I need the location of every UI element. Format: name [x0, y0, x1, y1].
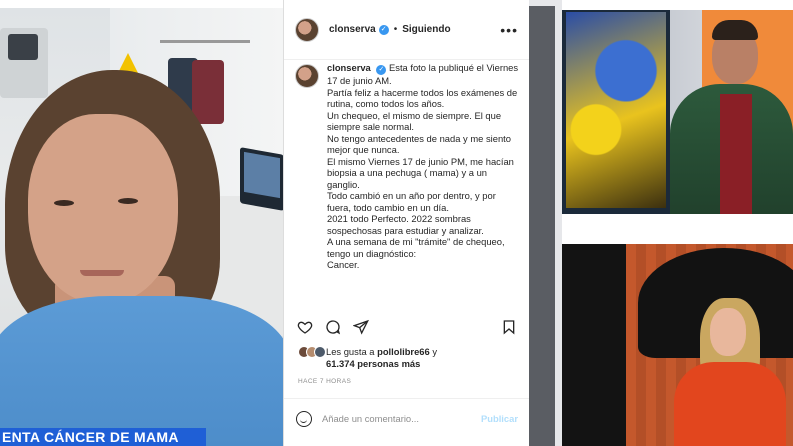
more-options-icon[interactable]: ••• [500, 22, 518, 38]
caption-line: Un chequeo, el mismo de siempre. El que … [327, 109, 502, 133]
caption-line: Cancer. [327, 259, 360, 270]
scrollbar[interactable] [529, 6, 555, 446]
heart-icon[interactable] [296, 318, 314, 336]
post-username[interactable]: clonserva [329, 24, 376, 35]
post-caption: clonserva ✓ Esta foto la publiqué el Vie… [295, 62, 521, 304]
clothes-rail [160, 40, 250, 43]
broadcast-frame: ENTA CÁNCER DE MAMA clonserva ✓ • Siguie… [0, 0, 793, 446]
post-header: clonserva ✓ • Siguiendo ••• [284, 0, 529, 60]
caption-line: Partía feliz a hacerme todos los exámene… [327, 86, 518, 110]
likes-prefix: Les gusta a [326, 346, 375, 357]
monitor-screen [244, 151, 280, 199]
dark-background [562, 244, 626, 446]
eye [118, 198, 138, 204]
caption-text: clonserva ✓ Esta foto la publiqué el Vie… [327, 62, 519, 304]
emoji-icon[interactable] [296, 410, 312, 427]
caption-line: No tengo antecedentes de nada y me sient… [327, 132, 511, 156]
monitor [240, 147, 283, 211]
avatar[interactable] [295, 64, 319, 88]
bookmark-icon[interactable] [500, 318, 518, 336]
caption-line: 2021 todo Perfecto. 2022 sombras sospech… [327, 213, 484, 236]
caption-line: clonserva ✓ Esta foto la publiqué el Vie… [327, 62, 519, 87]
presenter-sweater [674, 362, 786, 446]
verified-badge-icon: ✓ [378, 24, 389, 35]
likes-text: Les gusta a pollolibre66 y 61.374 person… [326, 346, 437, 370]
liker-username[interactable]: pollolibre66 [377, 346, 430, 357]
caption-line: Todo cambió en un año por dentro, y por … [327, 190, 496, 213]
selfie-photo [0, 8, 283, 446]
likes-count[interactable]: 61.374 personas más [326, 358, 420, 369]
instagram-post-panel: clonserva ✓ • Siguiendo ••• clonserva ✓ … [283, 0, 530, 446]
likes-and: y [432, 346, 438, 357]
comment-input[interactable]: Añade un comentario... [322, 413, 419, 424]
post-timestamp: HACE 7 HORAS [298, 378, 352, 385]
comment-bar: Añade un comentario... Publicar [284, 398, 530, 438]
hospital-gown [0, 296, 283, 446]
hanging-cloth [192, 60, 224, 124]
caption-line: A una semana de mi "trámite" de chequeo,… [327, 236, 505, 259]
lower-third-text: ENTA CÁNCER DE MAMA [2, 429, 179, 445]
presenter-face [710, 308, 746, 356]
comment-icon[interactable] [324, 318, 342, 336]
verified-badge-icon: ✓ [376, 65, 387, 75]
presenter-sweater [720, 94, 752, 214]
mouth [80, 270, 124, 276]
studio-presenter-shot [562, 10, 793, 214]
avatar[interactable] [295, 17, 319, 42]
following-button[interactable]: Siguiendo [402, 24, 450, 35]
likes-row: Les gusta a pollolibre66 y 61.374 person… [298, 346, 518, 370]
umbrella-presenter-shot [562, 244, 793, 446]
lower-third-caption: ENTA CÁNCER DE MAMA [0, 428, 206, 446]
presenter-hair [712, 20, 758, 40]
liker-avatar [314, 346, 326, 358]
caption-username[interactable]: clonserva [327, 62, 371, 73]
background-screen [566, 12, 666, 208]
share-icon[interactable] [352, 318, 370, 336]
publish-button[interactable]: Publicar [481, 413, 518, 424]
separator-dot: • [393, 24, 398, 35]
machine-screen [8, 34, 38, 60]
post-actions [296, 318, 518, 336]
liker-avatars [298, 346, 326, 370]
medical-machine [0, 28, 48, 98]
eye [54, 200, 74, 206]
caption-line: El mismo Viernes 17 de junio PM, me hací… [327, 155, 514, 190]
